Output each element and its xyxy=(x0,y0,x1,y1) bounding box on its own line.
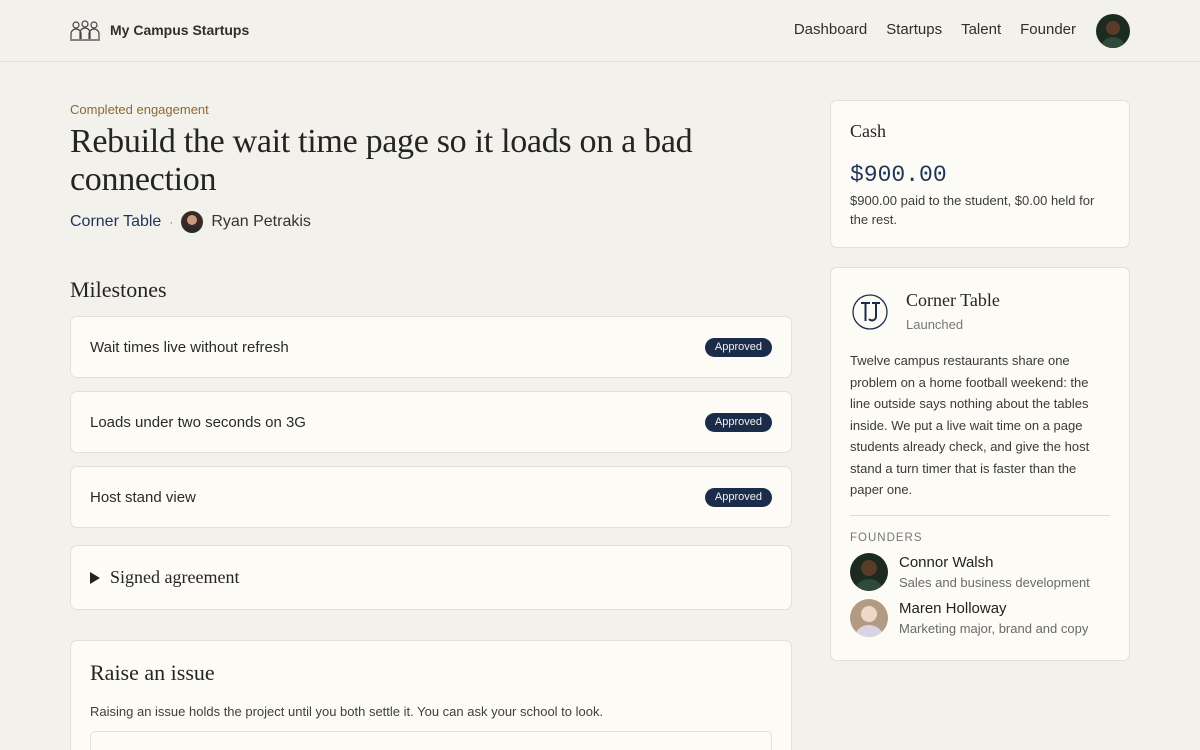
page-title: Rebuild the wait time page so it loads o… xyxy=(70,123,693,198)
engagement-main: Completed engagement Rebuild the wait ti… xyxy=(70,100,792,750)
signed-agreement-toggle[interactable]: Signed agreement xyxy=(70,545,792,610)
main-nav: Dashboard Startups Talent Founder xyxy=(794,21,1076,38)
top-bar: My Campus Startups Dashboard Startups Ta… xyxy=(0,0,1200,62)
nav-dashboard[interactable]: Dashboard xyxy=(794,21,867,38)
founders-heading: FOUNDERS xyxy=(850,531,923,544)
issue-text-field[interactable] xyxy=(90,731,772,750)
divider xyxy=(850,514,1110,516)
brand-name: My Campus Startups xyxy=(110,22,250,38)
cash-heading: Cash xyxy=(850,121,886,141)
issue-description: Raising an issue holds the project until… xyxy=(90,704,604,719)
milestone-item[interactable]: Host stand view Approved xyxy=(70,466,792,528)
user-avatar[interactable] xyxy=(1096,14,1130,48)
company-header: Corner Table Launched xyxy=(850,288,1110,332)
founder-role: Marketing major, brand and copy xyxy=(899,620,1089,636)
status-badge: Approved xyxy=(704,412,772,432)
cash-note: $900.00 paid to the student, $0.00 held … xyxy=(850,193,1095,227)
people-group-icon xyxy=(70,20,100,41)
disclosure-triangle-icon xyxy=(90,571,100,584)
agreement-label: Signed agreement xyxy=(110,567,240,587)
founder-avatar xyxy=(850,598,888,637)
company-status: Launched xyxy=(906,317,964,332)
nav-talent[interactable]: Talent xyxy=(961,21,1001,38)
cash-amount: $900.00 xyxy=(850,162,947,188)
student-avatar xyxy=(181,211,204,233)
status-badge: Approved xyxy=(704,487,772,507)
company-link[interactable]: Corner Table xyxy=(70,213,161,231)
status-badge: Approved xyxy=(704,337,772,357)
engagement-status: Completed engagement xyxy=(70,102,209,117)
company-name[interactable]: Corner Table xyxy=(906,290,1000,311)
milestone-item[interactable]: Loads under two seconds on 3G Approved xyxy=(70,391,792,453)
separator: · xyxy=(169,215,174,229)
milestones-heading: Milestones xyxy=(70,277,167,302)
milestone-title: Wait times live without refresh xyxy=(90,338,289,356)
raise-issue-panel: Raise an issue Raising an issue holds th… xyxy=(70,640,792,750)
brand-link[interactable]: My Campus Startups xyxy=(70,19,249,41)
nav-founder[interactable]: Founder xyxy=(1020,21,1076,38)
milestone-item[interactable]: Wait times live without refresh Approved xyxy=(70,316,792,378)
founder-name: Connor Walsh xyxy=(899,553,994,571)
nav-startups[interactable]: Startups xyxy=(886,21,942,38)
issue-heading: Raise an issue xyxy=(90,660,215,685)
founder-item[interactable]: Connor Walsh Sales and business developm… xyxy=(850,552,1110,591)
company-description: Twelve campus restaurants share one prob… xyxy=(850,353,1090,497)
student-name[interactable]: Ryan Petrakis xyxy=(211,213,311,231)
company-title-block: Corner Table Launched xyxy=(906,288,1000,332)
milestone-list: Wait times live without refresh Approved… xyxy=(70,316,792,528)
founder-name: Maren Holloway xyxy=(899,599,1007,617)
milestone-title: Host stand view xyxy=(90,488,196,506)
ct-monogram-logo xyxy=(852,294,888,330)
milestone-title: Loads under two seconds on 3G xyxy=(90,413,306,431)
founder-item[interactable]: Maren Holloway Marketing major, brand an… xyxy=(850,598,1110,637)
engagement-meta: Corner Table · Ryan Petrakis xyxy=(70,211,792,233)
founder-role: Sales and business development xyxy=(899,574,1090,590)
avatar-icon xyxy=(1096,14,1130,48)
cash-card: Cash $900.00 $900.00 paid to the student… xyxy=(830,100,1130,248)
founder-avatar xyxy=(850,552,888,591)
company-card: Corner Table Launched Twelve campus rest… xyxy=(830,267,1130,661)
